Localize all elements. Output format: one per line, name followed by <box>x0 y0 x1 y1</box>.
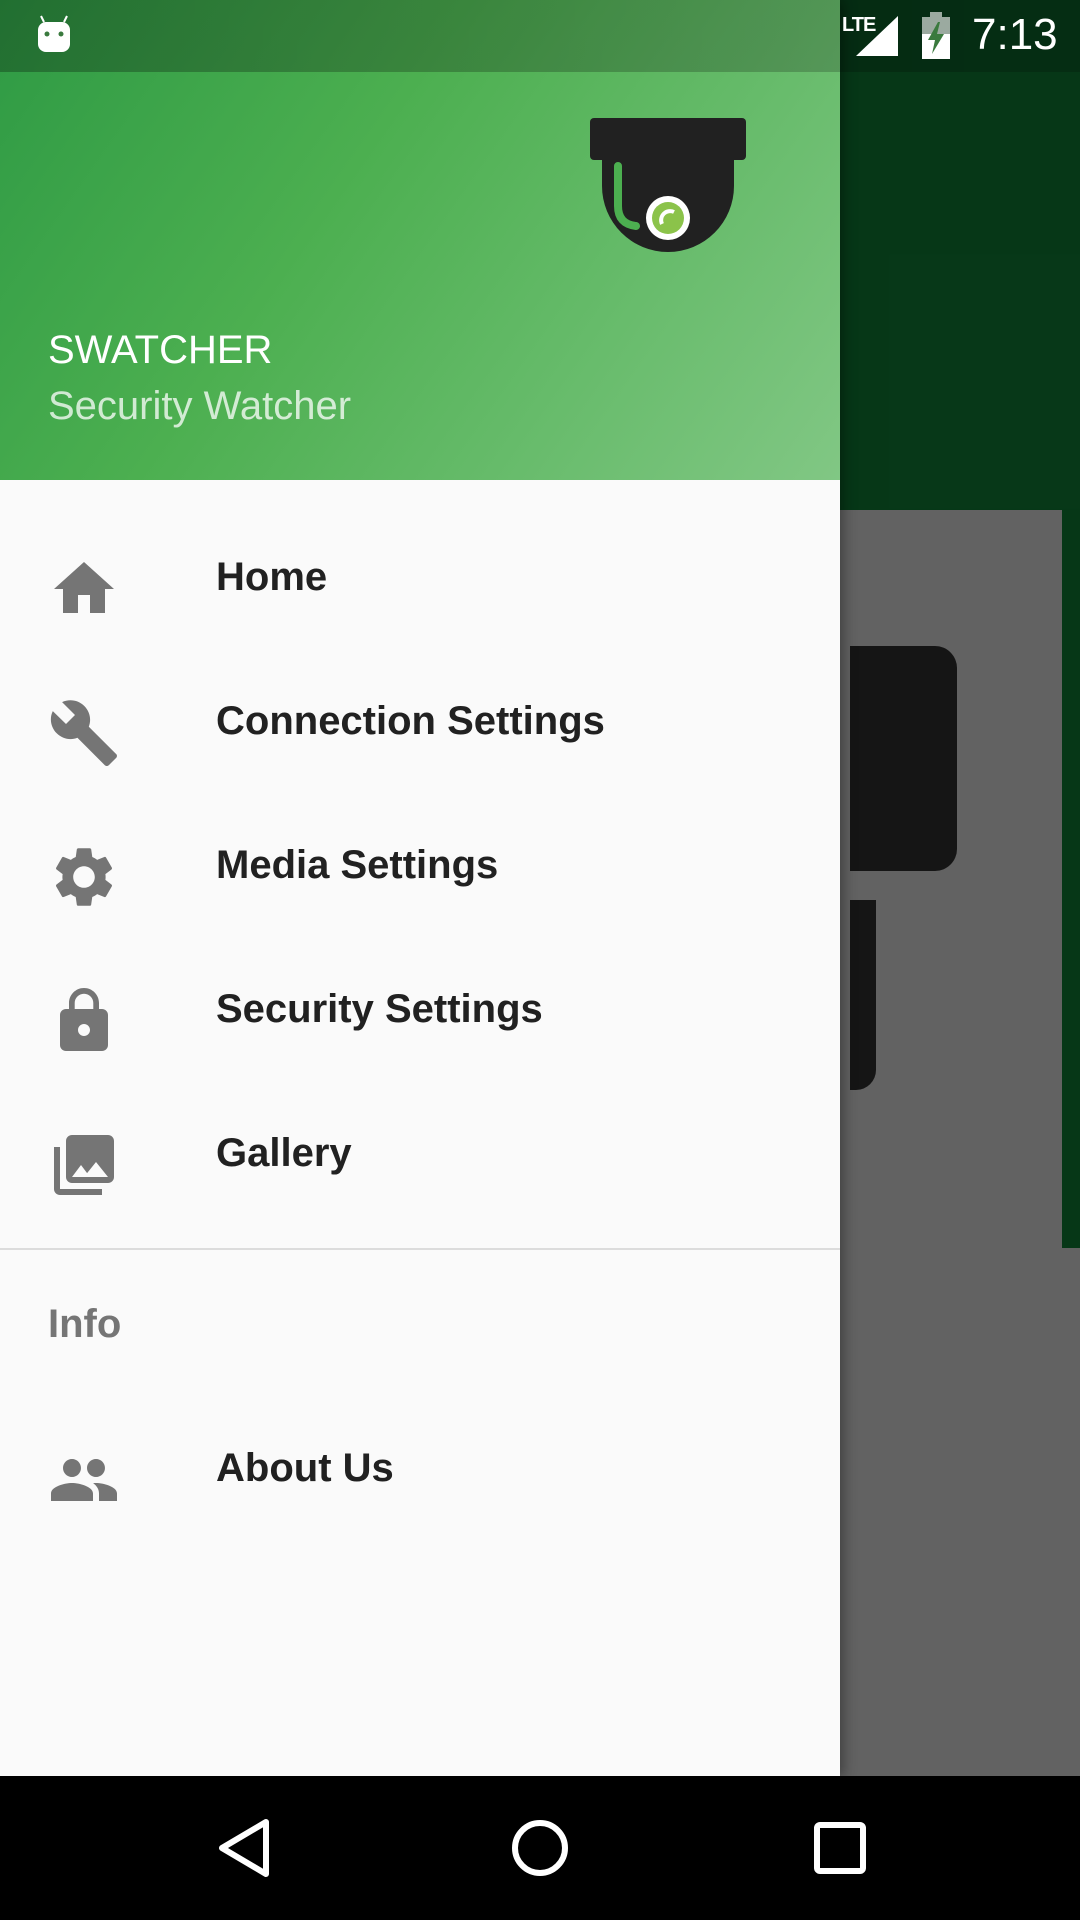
gear-icon <box>55 848 113 906</box>
app-subtitle: Security Watcher <box>48 384 352 428</box>
menu-item-label: Connection Settings <box>216 699 605 743</box>
menu-item-media-settings[interactable]: Media Settings <box>0 793 840 937</box>
menu-item-label: About Us <box>216 1446 394 1490</box>
app-title: SWATCHER <box>48 328 273 372</box>
lock-icon <box>60 988 108 1051</box>
gallery-icon <box>54 1135 114 1195</box>
navigation-bar <box>0 1776 1080 1920</box>
security-camera-icon <box>590 118 746 252</box>
back-icon[interactable] <box>214 1816 274 1880</box>
android-debug-icon <box>38 15 70 52</box>
menu-item-gallery[interactable]: Gallery <box>0 1081 840 1225</box>
home-circle-icon[interactable] <box>510 1816 570 1880</box>
clock: 7:13 <box>972 10 1058 59</box>
menu-item-label: Media Settings <box>216 843 499 887</box>
menu-item-label: Security Settings <box>216 987 543 1031</box>
navigation-drawer: SWATCHER Security Watcher Home Connectio… <box>0 0 840 1776</box>
status-bar: LTE 7:13 <box>0 0 1080 72</box>
menu-item-connection-settings[interactable]: Connection Settings <box>0 649 840 793</box>
menu-item-about-us[interactable]: About Us <box>0 1396 840 1540</box>
menu-item-label: Gallery <box>216 1131 352 1175</box>
section-header-info: Info <box>48 1302 122 1346</box>
menu-item-security-settings[interactable]: Security Settings <box>0 937 840 1081</box>
drawer-header: SWATCHER Security Watcher <box>0 0 840 480</box>
menu-item-home[interactable]: Home <box>0 505 840 649</box>
people-icon <box>51 1459 117 1501</box>
battery-charging-icon <box>922 12 950 59</box>
wrench-icon <box>50 700 117 766</box>
signal-icon <box>856 16 898 56</box>
home-icon <box>54 562 114 613</box>
menu-divider <box>0 1248 840 1250</box>
menu-item-label: Home <box>216 555 328 599</box>
recents-icon[interactable] <box>810 1816 870 1880</box>
